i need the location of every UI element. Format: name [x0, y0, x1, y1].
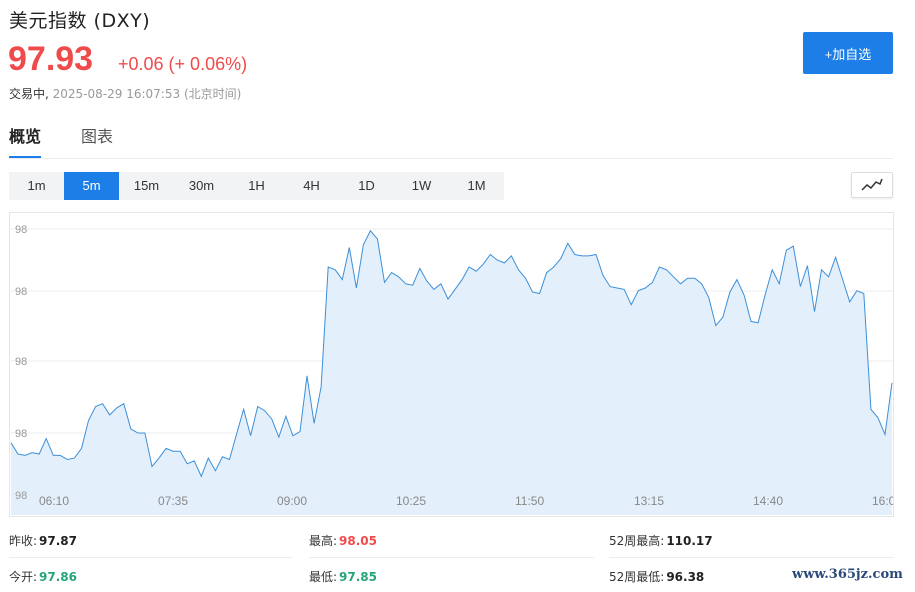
y-tick-label: 98	[15, 356, 27, 368]
period-5m[interactable]: 5m	[64, 172, 119, 200]
y-tick-label: 98	[15, 428, 27, 440]
period-1mo[interactable]: 1M	[449, 172, 504, 200]
stat-value: 97.87	[39, 534, 78, 548]
x-tick-label: 10:25	[396, 494, 426, 508]
stat-value: 97.86	[39, 570, 78, 584]
period-selector: 1m 5m 15m 30m 1H 4H 1D 1W 1M	[9, 172, 504, 200]
stat-low: 最低: 97.85	[309, 568, 377, 585]
period-15m[interactable]: 15m	[119, 172, 174, 200]
stat-value: 97.85	[339, 570, 378, 584]
x-tick-label: 09:00	[277, 494, 307, 508]
stat-52w-high: 52周最高: 110.17	[609, 532, 713, 549]
stat-label: 最低:	[309, 570, 338, 584]
y-tick-label: 98	[15, 490, 27, 502]
add-watchlist-button[interactable]: +加自选	[803, 32, 893, 74]
stat-value: 96.38	[666, 570, 705, 584]
stat-label: 最高:	[309, 534, 338, 548]
tab-chart[interactable]: 图表	[81, 126, 113, 158]
stat-value: 98.05	[339, 534, 378, 548]
price-chart-svg: 98 98 98 98 98 06:10 07:35 09:00 10:25 11:50 13:15…	[10, 224, 893, 516]
y-tick-label: 98	[15, 224, 27, 236]
stat-divider	[309, 557, 594, 558]
stat-52w-low: 52周最低: 96.38	[609, 568, 704, 585]
period-4h[interactable]: 4H	[284, 172, 339, 200]
watermark: www.365jz.com	[792, 567, 903, 582]
stat-open: 今开: 97.86	[9, 568, 77, 585]
price-change: +0.06 (+ 0.06%)	[118, 54, 248, 74]
stat-high: 最高: 98.05	[309, 532, 377, 549]
timestamp: 2025-08-29 16:07:53	[52, 87, 181, 101]
stat-value: 110.17	[666, 534, 713, 548]
instrument-title: 美元指数 (DXY)	[9, 10, 151, 32]
tabs-divider	[9, 158, 893, 159]
x-tick-label: 11:50	[515, 494, 544, 508]
period-1d[interactable]: 1D	[339, 172, 394, 200]
period-1w[interactable]: 1W	[394, 172, 449, 200]
period-30m[interactable]: 30m	[174, 172, 229, 200]
trading-status: 交易中, 2025-08-29 16:07:53 (北京时间)	[9, 85, 241, 102]
period-1h[interactable]: 1H	[229, 172, 284, 200]
y-tick-label: 98	[15, 286, 27, 298]
x-tick-label: 06:10	[39, 494, 69, 508]
current-price: 97.93	[8, 40, 94, 78]
x-tick-label: 07:35	[158, 494, 188, 508]
stat-label: 52周最低:	[609, 570, 665, 584]
timezone: (北京时间)	[183, 87, 242, 101]
status-text: 交易中,	[9, 87, 49, 101]
x-tick-label: 14:40	[753, 494, 783, 508]
price-chart[interactable]: 98 98 98 98 98 06:10 07:35 09:00 10:25 11:50 13:15…	[9, 212, 894, 517]
main-tabs: 概览 图表	[9, 126, 153, 160]
price-area	[11, 230, 892, 516]
period-1m[interactable]: 1m	[9, 172, 64, 200]
stats-panel: 昨收: 97.87 最高: 98.05 52周最高: 110.17 今开: 97.86 …	[9, 525, 894, 587]
tab-overview[interactable]: 概览	[9, 126, 42, 158]
stat-label: 昨收:	[9, 534, 38, 548]
chart-type-button[interactable]	[851, 172, 893, 198]
line-chart-icon	[861, 178, 883, 191]
stat-divider	[609, 557, 894, 558]
stat-divider	[9, 557, 292, 558]
x-tick-label: 16:0	[872, 494, 893, 508]
x-tick-label: 13:15	[634, 494, 664, 508]
stat-label: 今开:	[9, 570, 38, 584]
stat-prev-close: 昨收: 97.87	[9, 532, 77, 549]
stat-label: 52周最高:	[609, 534, 665, 548]
